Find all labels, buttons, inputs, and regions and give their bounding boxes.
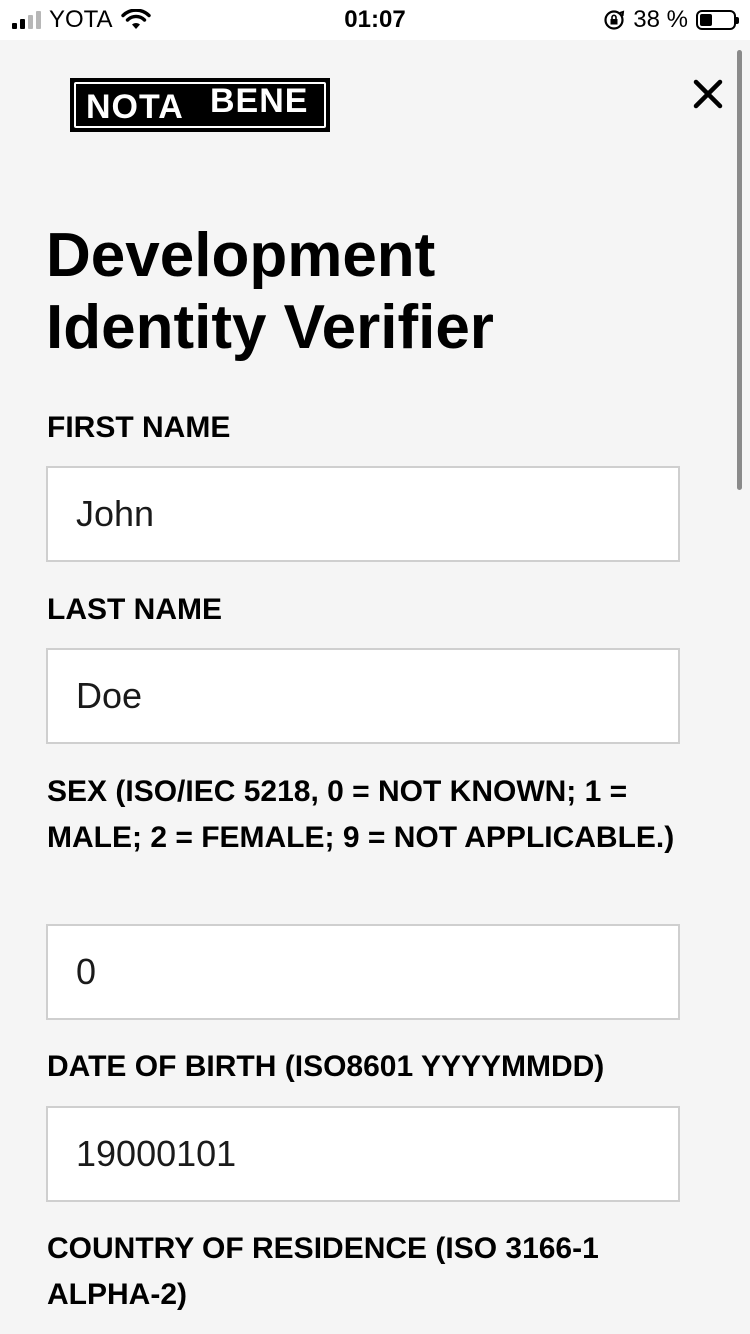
first-name-label: FIRST NAME xyxy=(47,411,231,444)
battery-icon xyxy=(696,10,739,30)
scrollbar[interactable] xyxy=(737,50,742,490)
sex-input[interactable] xyxy=(46,924,680,1020)
country-of-residence-label: COUNTRY OF RESIDENCE (ISO 3166-1 ALPHA-2… xyxy=(47,1232,599,1311)
last-name-label: LAST NAME xyxy=(47,593,222,626)
date-of-birth-label: DATE OF BIRTH (ISO8601 YYYYMMDD) xyxy=(47,1050,605,1083)
page-content[interactable]: NOTA BENE Development Identity Verifier … xyxy=(0,40,750,1334)
sex-label: SEX (ISO/IEC 5218, 0 = NOT KNOWN; 1 = MA… xyxy=(47,775,675,854)
date-of-birth-input[interactable] xyxy=(46,1106,680,1202)
status-bar-right: 38 % xyxy=(603,6,739,34)
first-name-input[interactable] xyxy=(46,466,680,562)
close-icon xyxy=(693,79,723,109)
logo: NOTA BENE xyxy=(70,78,330,132)
status-bar: YOTA 01:07 38 % xyxy=(0,0,750,40)
battery-level xyxy=(700,14,713,26)
rotation-lock-icon xyxy=(604,10,625,30)
close-button[interactable] xyxy=(688,74,728,114)
battery-percent: 38 % xyxy=(633,6,688,33)
last-name-input[interactable] xyxy=(46,648,680,744)
logo-text-bene: BENE xyxy=(210,82,309,120)
logo-text-nota: NOTA xyxy=(86,88,184,126)
page-title: Development Identity Verifier xyxy=(46,221,494,362)
